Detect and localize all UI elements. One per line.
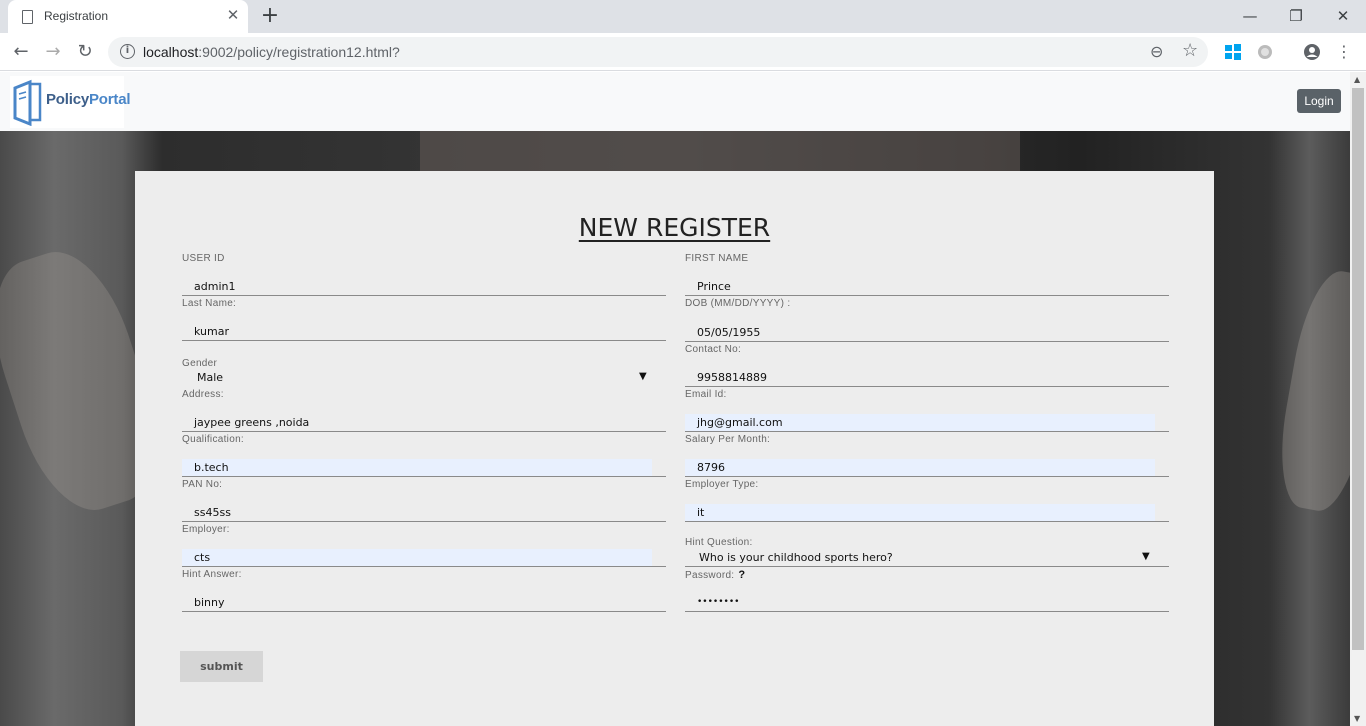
url-path: :9002/policy/registration12.html? [198, 44, 400, 60]
forward-icon[interactable]: → [41, 40, 65, 64]
salary-label: Salary Per Month: [685, 434, 771, 445]
page-icon [22, 10, 33, 24]
logo-book-icon [13, 79, 42, 126]
salary-value: 8796 [697, 461, 725, 474]
employer-label: Employer: [182, 524, 230, 535]
first-name-input[interactable]: Prince [685, 278, 1169, 296]
zoom-icon[interactable]: ⊖ [1150, 42, 1163, 61]
address-label: Address: [182, 389, 224, 400]
bookmark-star-icon[interactable]: ☆ [1182, 40, 1198, 61]
employer-type-value: it [697, 506, 705, 519]
last-name-label: Last Name: [182, 298, 237, 309]
url-text[interactable]: localhost:9002/policy/registration12.htm… [143, 44, 400, 60]
gender-select[interactable]: Male ▼ [182, 369, 666, 387]
autofill-highlight [685, 504, 1155, 521]
employer-type-input[interactable]: it [685, 504, 1169, 522]
new-tab-icon[interactable]: + [259, 3, 281, 28]
browser-tab-strip: Registration ✕ + — ❐ ✕ [0, 0, 1366, 33]
hint-question-value: Who is your childhood sports hero? [699, 551, 893, 564]
password-label-wrap: Password:? [685, 569, 745, 581]
windows-extension-icon[interactable] [1224, 43, 1242, 61]
dob-value: 05/05/1955 [697, 326, 761, 339]
gender-dropdown-arrow-icon[interactable]: ▼ [639, 371, 647, 382]
employer-input[interactable]: cts [182, 549, 666, 567]
extension-circle-icon[interactable] [1256, 43, 1274, 61]
hint-question-label: Hint Question: [685, 537, 753, 548]
address-value: jaypee greens ,noida [194, 416, 310, 429]
email-value: jhg@gmail.com [697, 416, 783, 429]
contact-value: 9958814889 [697, 371, 767, 384]
registration-form-panel: NEW REGISTER USER ID admin1 FIRST NAME P… [135, 171, 1214, 726]
browser-tab[interactable]: Registration ✕ [8, 0, 248, 33]
url-host: localhost [143, 44, 199, 60]
first-name-value: Prince [697, 280, 731, 293]
vertical-scrollbar[interactable]: ▲ ▼ [1350, 72, 1366, 726]
logo-text-policy: Policy [46, 91, 89, 108]
password-label: Password: [685, 570, 735, 581]
restore-icon[interactable]: ❐ [1273, 3, 1319, 29]
scroll-up-arrow-icon[interactable]: ▲ [1354, 75, 1360, 84]
window-close-icon[interactable]: ✕ [1320, 3, 1366, 29]
autofill-highlight [182, 459, 652, 476]
hint-question-select[interactable]: Who is your childhood sports hero? ▼ [685, 549, 1169, 567]
menu-kebab-icon[interactable]: ⋮ [1332, 40, 1356, 64]
minimize-icon[interactable]: — [1227, 3, 1273, 29]
qualification-value: b.tech [194, 461, 229, 474]
scrollbar-thumb[interactable] [1352, 88, 1364, 650]
autofill-highlight [182, 549, 652, 566]
page-viewport: PolicyPortal Login NEW REGISTER USER ID … [0, 72, 1350, 726]
tab-close-icon[interactable]: ✕ [224, 6, 242, 24]
policyportal-logo[interactable]: PolicyPortal [10, 76, 131, 128]
pan-label: PAN No: [182, 479, 223, 490]
site-header: PolicyPortal Login [0, 72, 1350, 131]
employer-type-label: Employer Type: [685, 479, 759, 490]
tab-title: Registration [44, 9, 109, 23]
pan-value: ss45ss [194, 506, 231, 519]
hint-answer-input[interactable]: binny [182, 594, 666, 612]
hint-answer-value: binny [194, 596, 225, 609]
dob-input[interactable]: 05/05/1955 [685, 324, 1169, 342]
last-name-input[interactable]: kumar [182, 323, 666, 341]
last-name-value: kumar [194, 325, 229, 338]
password-input[interactable]: •••••••• [685, 594, 1169, 612]
profile-icon[interactable] [1303, 43, 1321, 61]
first-name-label: FIRST NAME [685, 253, 749, 264]
autofill-highlight [685, 459, 1155, 476]
hint-question-dropdown-arrow-icon[interactable]: ▼ [1142, 551, 1150, 562]
contact-label: Contact No: [685, 344, 742, 355]
email-label: Email Id: [685, 389, 727, 400]
qualification-input[interactable]: b.tech [182, 459, 666, 477]
background-hand-shape [1269, 265, 1350, 517]
employer-value: cts [194, 551, 211, 564]
email-input[interactable]: jhg@gmail.com [685, 414, 1169, 432]
password-value: •••••••• [697, 597, 740, 607]
login-button[interactable]: Login [1297, 89, 1341, 113]
salary-input[interactable]: 8796 [685, 459, 1169, 477]
submit-button[interactable]: submit [180, 651, 263, 682]
user-id-label: USER ID [182, 253, 225, 264]
browser-toolbar: ← → ↻ i localhost:9002/policy/registrati… [0, 33, 1366, 71]
contact-input[interactable]: 9958814889 [685, 369, 1169, 387]
reload-icon[interactable]: ↻ [73, 40, 97, 64]
qualification-label: Qualification: [182, 434, 245, 445]
logo-text-portal: Portal [89, 91, 131, 108]
user-id-value: admin1 [194, 280, 236, 293]
password-help-icon[interactable]: ? [738, 569, 745, 581]
gender-label: Gender [182, 358, 218, 369]
dob-label: DOB (MM/DD/YYYY) : [685, 298, 791, 309]
hint-answer-label: Hint Answer: [182, 569, 242, 580]
back-icon[interactable]: ← [9, 40, 33, 64]
address-bar[interactable]: i localhost:9002/policy/registration12.h… [108, 37, 1208, 67]
form-title: NEW REGISTER [578, 213, 771, 242]
user-id-input[interactable]: admin1 [182, 278, 666, 296]
logo-text: PolicyPortal [46, 91, 131, 108]
scroll-down-arrow-icon[interactable]: ▼ [1354, 714, 1360, 723]
pan-input[interactable]: ss45ss [182, 504, 666, 522]
address-input[interactable]: jaypee greens ,noida [182, 414, 666, 432]
gender-value: Male [197, 371, 224, 384]
site-info-icon[interactable]: i [120, 44, 135, 59]
